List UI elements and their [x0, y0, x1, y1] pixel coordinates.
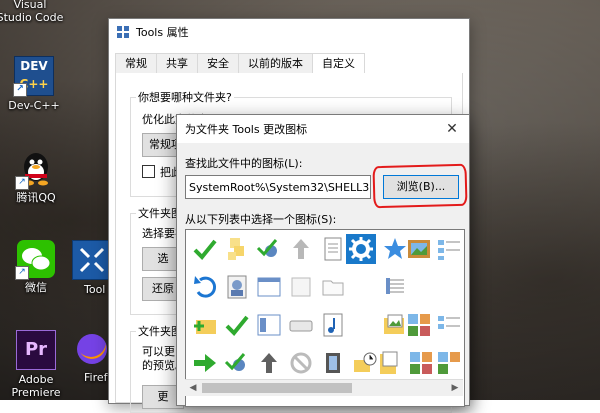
- details-view-icon[interactable]: [436, 312, 462, 338]
- scroll-right-icon[interactable]: ▶: [447, 380, 463, 396]
- desktop-icon-label: Premiere: [11, 386, 61, 399]
- green-arrow-icon[interactable]: [192, 350, 218, 376]
- select-icon-label: 从以下列表中选择一个图标(S):: [185, 213, 337, 226]
- properties-titlebar[interactable]: Tools 属性: [109, 19, 469, 45]
- window-panes-icon[interactable]: [256, 274, 282, 300]
- up-arrow-icon[interactable]: [256, 350, 282, 376]
- change-icon-dialog: 为文件夹 Tools 更改图标 ✕ 查找此文件中的图标(L): SystemRo…: [176, 114, 470, 407]
- picture-frame-icon[interactable]: [406, 236, 432, 262]
- tab-security[interactable]: 安全: [197, 53, 239, 73]
- blank-document-icon[interactable]: [288, 274, 314, 300]
- music-note-icon[interactable]: [320, 312, 346, 338]
- desktop-icon-label: Visual: [13, 0, 47, 11]
- blocked-icon[interactable]: [288, 350, 314, 376]
- find-icons-label: 查找此文件中的图标(L):: [185, 157, 303, 170]
- up-arrow-icon[interactable]: [288, 236, 314, 262]
- green-check-icon[interactable]: [224, 312, 250, 338]
- green-check-icon[interactable]: [192, 236, 218, 262]
- settings-gear-icon[interactable]: [346, 234, 376, 264]
- dialog-title: 为文件夹 Tools 更改图标: [185, 123, 308, 136]
- desktop-icon-devcpp[interactable]: DEV C++ ↗ Dev-C++: [0, 56, 74, 112]
- document-folder-icon[interactable]: [376, 350, 402, 376]
- list-view-icon[interactable]: [382, 274, 408, 300]
- shortcut-arrow-icon: ↗: [15, 176, 29, 190]
- sticky-notes-icon[interactable]: [224, 236, 250, 262]
- properties-title: Tools 属性: [136, 26, 189, 39]
- icon-list-scrollbar[interactable]: ◀ ▶: [185, 379, 463, 396]
- devcpp-icon: DEV C++ ↗: [13, 56, 54, 97]
- tab-general[interactable]: 常规: [115, 53, 157, 73]
- check-user-icon[interactable]: [224, 350, 250, 376]
- picture-folder-icon[interactable]: [382, 312, 408, 338]
- tab-customize[interactable]: 自定义: [312, 53, 365, 74]
- devcpp-badge: DEV: [20, 59, 48, 73]
- close-icon[interactable]: ✕: [435, 115, 469, 143]
- undo-arrow-icon[interactable]: [192, 274, 218, 300]
- tab-previous-versions[interactable]: 以前的版本: [238, 53, 313, 73]
- desktop-icon-label: Studio Code: [0, 11, 64, 24]
- blue-star-icon[interactable]: [382, 236, 408, 262]
- dialog-titlebar[interactable]: 为文件夹 Tools 更改图标 ✕: [177, 115, 469, 143]
- window-layout-icon[interactable]: [256, 312, 282, 338]
- shortcut-arrow-icon: ↗: [15, 266, 29, 280]
- add-folder-icon[interactable]: [192, 312, 218, 338]
- premiere-icon: Pr: [16, 330, 56, 370]
- clock-folder-icon[interactable]: [352, 350, 378, 376]
- scrollbar-thumb[interactable]: [202, 383, 352, 393]
- apply-subfolders-checkbox[interactable]: [142, 165, 155, 178]
- firefox-icon: [73, 330, 111, 368]
- user-photo-icon[interactable]: [224, 274, 250, 300]
- drive-icon[interactable]: [288, 312, 314, 338]
- desktop-icon-qq[interactable]: ↗ 腾讯QQ: [0, 150, 76, 204]
- desktop-icon-label: Dev-C++: [8, 99, 60, 112]
- red-annotation-circle: [372, 163, 468, 209]
- picture-grid-icon[interactable]: [406, 312, 432, 338]
- icon-file-path-input[interactable]: SystemRoot%\System32\SHELL32.dll: [185, 175, 371, 199]
- properties-window-icon: [117, 25, 130, 39]
- details-view-icon[interactable]: [436, 236, 462, 262]
- film-icon[interactable]: [320, 350, 346, 376]
- desktop-icon-vscode[interactable]: Visual Studio Code: [0, 0, 70, 24]
- properties-tabs: 常规 共享 安全 以前的版本 自定义: [115, 53, 463, 74]
- tools-folder-icon: [72, 240, 112, 280]
- desktop-icon-label: 腾讯QQ: [16, 191, 56, 204]
- tab-sharing[interactable]: 共享: [156, 53, 198, 73]
- folder-type-heading: 你想要哪种文件夹?: [136, 89, 234, 105]
- shortcut-arrow-icon: ↗: [13, 83, 27, 97]
- picture-grid-icon[interactable]: [408, 350, 434, 376]
- image-list-icon[interactable]: [436, 350, 462, 376]
- folder-outline-icon[interactable]: [320, 274, 346, 300]
- scroll-left-icon[interactable]: ◀: [185, 380, 201, 396]
- wechat-icon: ↗: [15, 240, 55, 280]
- text-document-icon[interactable]: [320, 236, 346, 262]
- check-user-icon[interactable]: [256, 236, 282, 262]
- qq-penguin-icon: ↗: [15, 150, 55, 190]
- premiere-badge: Pr: [24, 339, 48, 360]
